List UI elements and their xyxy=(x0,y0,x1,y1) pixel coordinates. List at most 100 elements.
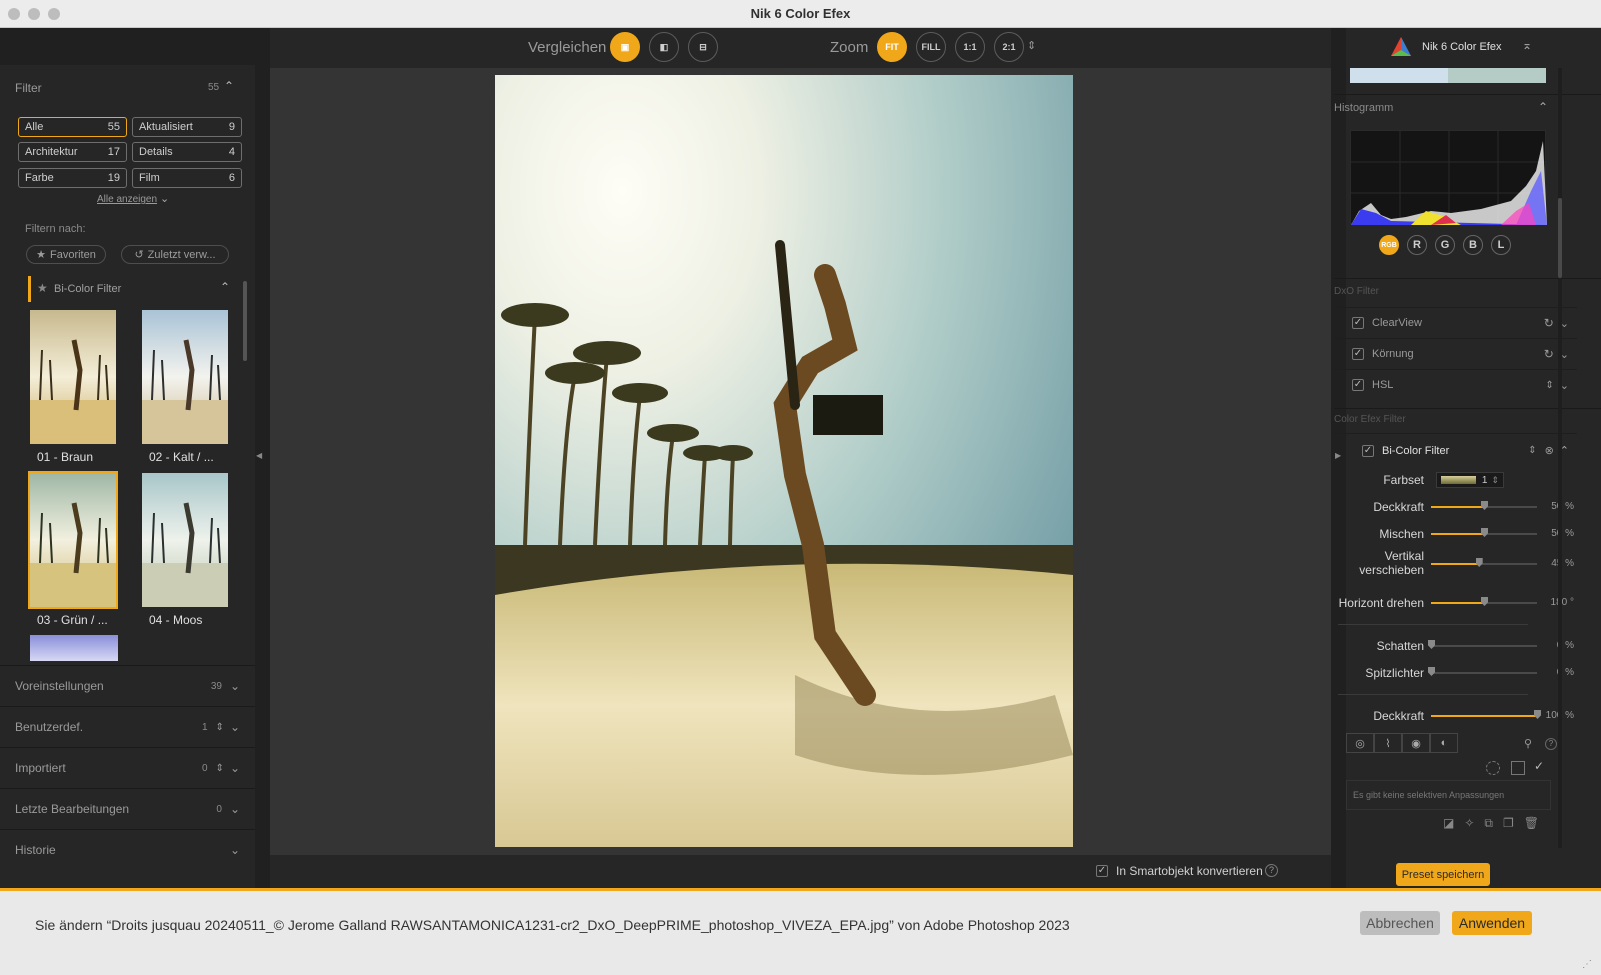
save-preset-button[interactable]: Preset speichern xyxy=(1396,863,1490,886)
slider-track[interactable] xyxy=(1431,597,1537,606)
slider-track[interactable] xyxy=(1431,501,1537,510)
filter-chip-details[interactable]: Details 4 xyxy=(132,142,242,162)
section-historie[interactable]: Historie ⌄ xyxy=(0,829,255,870)
left-panel-toggle[interactable]: ◀ xyxy=(255,28,270,888)
scrollbar[interactable] xyxy=(243,281,247,361)
recent-button[interactable]: ↺ Zuletzt verw... xyxy=(121,245,229,264)
add-mask-icon[interactable]: ◪ xyxy=(1443,816,1454,831)
filter-chip-farbe[interactable]: Farbe 19 xyxy=(18,168,127,188)
filter-enabled-checkbox[interactable]: ✓ xyxy=(1352,348,1364,360)
scrollbar[interactable] xyxy=(1558,68,1562,848)
active-filter-header[interactable]: ✓ Bi-Color Filter ⇕ ⊗ ⌃ xyxy=(1334,433,1577,467)
slider-handle[interactable] xyxy=(1481,597,1488,606)
help-icon[interactable]: ? xyxy=(1265,864,1278,877)
filter-thumbnail[interactable] xyxy=(140,308,230,446)
section-voreinstellungen[interactable]: Voreinstellungen 39 ⌄ xyxy=(0,665,255,706)
filter-enabled-checkbox[interactable]: ✓ xyxy=(1362,444,1374,457)
collapse-panel-icon[interactable]: ⌅ xyxy=(1522,38,1532,52)
selective-toolbar: ◪ ✧ ⧉ ❐ 🗑 xyxy=(1443,816,1539,831)
histogram xyxy=(1350,130,1547,225)
selection-circle-icon[interactable] xyxy=(1486,761,1500,775)
preview-area: Vergleichen ▣ ◧ ⊟ Zoom FIT FILL 1:1 2:1 … xyxy=(270,28,1331,888)
zoom-1-1-button[interactable]: 1:1 xyxy=(955,32,985,62)
scrollbar-thumb[interactable] xyxy=(1558,198,1562,278)
control-point-icon[interactable]: ◎ xyxy=(1346,733,1374,753)
filter-thumbnail-selected[interactable] xyxy=(28,471,118,609)
cancel-button[interactable]: Abbrechen xyxy=(1360,911,1440,935)
chevron-up-icon[interactable]: ⌃ xyxy=(224,79,234,93)
chevron-up-icon[interactable]: ⌃ xyxy=(220,280,230,294)
preview-image[interactable] xyxy=(495,75,1073,847)
filter-enabled-checkbox[interactable]: ✓ xyxy=(1352,317,1364,329)
smart-object-checkbox[interactable]: ✓ xyxy=(1096,865,1108,877)
gradient-icon[interactable]: ◐ xyxy=(1430,733,1458,753)
zoom-fill-button[interactable]: FILL xyxy=(916,32,946,62)
help-icon[interactable]: ? xyxy=(1545,738,1557,750)
zoom-fit-button[interactable]: FIT xyxy=(877,32,907,62)
filter-thumbnail[interactable] xyxy=(28,308,118,446)
side-by-side-button[interactable]: ⊟ xyxy=(688,32,718,62)
star-icon[interactable]: ★ xyxy=(37,281,48,295)
filter-chip-film[interactable]: Film 6 xyxy=(132,168,242,188)
favorites-button[interactable]: ★ Favoriten xyxy=(26,245,106,264)
filter-enabled-checkbox[interactable]: ✓ xyxy=(1352,379,1364,391)
split-view-button[interactable]: ◧ xyxy=(649,32,679,62)
filter-chip-aktualisiert[interactable]: Aktualisiert 9 xyxy=(132,117,242,137)
apply-button[interactable]: Anwenden xyxy=(1452,911,1532,935)
sort-icon[interactable]: ⇕ xyxy=(1528,445,1536,456)
zoom-stepper-icon[interactable]: ⇕ xyxy=(1027,39,1036,52)
image-icon: ▣ xyxy=(620,41,630,52)
filter-chip-alle[interactable]: Alle 55 xyxy=(18,117,127,137)
single-view-button[interactable]: ▣ xyxy=(610,32,640,62)
zoom-2-1-button[interactable]: 2:1 xyxy=(994,32,1024,62)
editing-message: Sie ändern “Droits jusquau 20240511_© Je… xyxy=(35,917,1070,933)
trash-icon[interactable]: 🗑 xyxy=(1524,816,1539,831)
section-benutzerdef[interactable]: Benutzerdef. 1 ⇕ ⌄ xyxy=(0,706,255,747)
slider-handle[interactable] xyxy=(1481,501,1488,510)
channel-rgb-button[interactable]: RGB xyxy=(1379,235,1399,255)
remove-filter-icon[interactable]: ⊗ xyxy=(1545,444,1554,457)
slider-handle[interactable] xyxy=(1428,640,1435,649)
filter-thumbnail[interactable] xyxy=(140,471,230,609)
filter-panel: Filter 55 ⌃ Alle 55 Aktualisiert 9 Archite… xyxy=(0,28,255,888)
channel-r-button[interactable]: R xyxy=(1407,235,1427,255)
settings-icon[interactable]: ⚲ xyxy=(1524,737,1532,750)
filter-thumbnail[interactable] xyxy=(30,635,118,661)
mask-icon[interactable] xyxy=(1511,761,1525,775)
brush-icon[interactable]: ⌇ xyxy=(1374,733,1402,753)
copy-icon[interactable]: ❐ xyxy=(1503,816,1514,831)
show-all-link[interactable]: Alle anzeigen xyxy=(97,194,157,205)
chevron-down-icon: ⌄ xyxy=(229,720,240,734)
slider-track[interactable] xyxy=(1431,558,1537,567)
duplicate-icon[interactable]: ⧉ xyxy=(1484,816,1493,831)
dxo-filter-hsl[interactable]: ✓ HSL ⇕ ⌄ xyxy=(1334,369,1577,400)
slider-row: Vertikal verschieben 45 % xyxy=(1326,549,1586,585)
chevron-down-icon[interactable]: ⌄ xyxy=(160,192,169,205)
channel-g-button[interactable]: G xyxy=(1435,235,1455,255)
sort-icon[interactable]: ⇕ xyxy=(1545,380,1553,391)
section-letzte-bearbeitungen[interactable]: Letzte Bearbeitungen 0 ⌄ xyxy=(0,788,255,829)
point-icon[interactable]: ✧ xyxy=(1464,816,1474,831)
channel-l-button[interactable]: L xyxy=(1491,235,1511,255)
farbset-picker[interactable]: 1 ⇕ xyxy=(1436,472,1504,488)
navigator-preview[interactable] xyxy=(1350,68,1546,83)
reset-icon[interactable]: ↻ xyxy=(1544,316,1554,330)
chevron-up-icon[interactable]: ⌃ xyxy=(1538,100,1548,114)
reset-icon[interactable]: ↻ xyxy=(1544,347,1554,361)
slider-handle[interactable] xyxy=(1428,667,1435,676)
slider-track[interactable] xyxy=(1431,710,1541,719)
slider-handle[interactable] xyxy=(1481,528,1488,537)
dxo-filter-clearview[interactable]: ✓ ClearView ↻ ⌄ xyxy=(1334,307,1577,338)
checkmark-icon[interactable]: ✓ xyxy=(1534,759,1544,773)
dxo-filter-kornung[interactable]: ✓ Körnung ↻ ⌄ xyxy=(1334,338,1577,369)
slider-track[interactable] xyxy=(1428,640,1537,649)
eye-icon[interactable]: ◉ xyxy=(1402,733,1430,753)
filter-chip-architektur[interactable]: Architektur 17 xyxy=(18,142,127,162)
slider-track[interactable] xyxy=(1431,528,1537,537)
slider-track[interactable] xyxy=(1428,667,1537,676)
slider-handle[interactable] xyxy=(1475,558,1483,567)
slider-label: Schatten xyxy=(1376,639,1424,653)
resize-grip-icon[interactable]: ⋰ xyxy=(1582,959,1592,970)
section-importiert[interactable]: Importiert 0 ⇕ ⌄ xyxy=(0,747,255,788)
channel-b-button[interactable]: B xyxy=(1463,235,1483,255)
